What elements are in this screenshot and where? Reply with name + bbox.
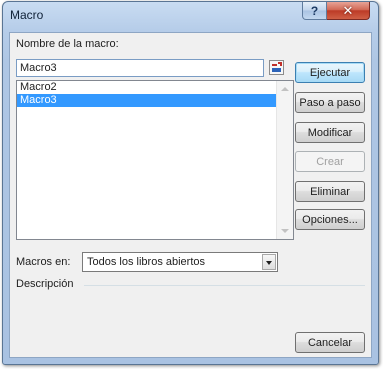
chevron-down-icon[interactable] — [262, 254, 276, 270]
list-scrollbar[interactable] — [276, 81, 293, 239]
scroll-up-arrow-icon[interactable] — [281, 87, 289, 91]
list-item-selected[interactable]: Macro3 — [17, 94, 276, 107]
macro-dialog: Macro ? ✕ Nombre de la macro: Macro3 Mac… — [2, 1, 379, 365]
macro-name-input[interactable]: Macro3 — [16, 59, 264, 77]
title-bar[interactable]: Macro ? ✕ — [3, 2, 378, 30]
step-into-button[interactable]: Paso a paso — [295, 92, 365, 113]
options-button[interactable]: Opciones... — [295, 209, 365, 230]
close-icon[interactable]: ✕ — [327, 2, 370, 20]
delete-button[interactable]: Eliminar — [295, 181, 365, 202]
window-title: Macro — [10, 8, 44, 22]
collapse-dialog-icon[interactable] — [269, 60, 284, 75]
description-label: Descripción — [16, 278, 74, 290]
cancel-button[interactable]: Cancelar — [295, 332, 365, 353]
description-divider — [84, 285, 365, 286]
edit-button[interactable]: Modificar — [295, 122, 365, 143]
macros-in-select[interactable]: Todos los libros abiertos — [82, 252, 278, 272]
create-button[interactable]: Crear — [295, 151, 365, 172]
scroll-down-arrow-icon[interactable] — [281, 229, 289, 233]
macros-in-label: Macros en: — [16, 256, 71, 268]
run-button[interactable]: Ejecutar — [295, 62, 365, 83]
help-icon[interactable]: ? — [302, 2, 327, 20]
dialog-body: Nombre de la macro: Macro3 Macro2 Macro3… — [9, 32, 372, 358]
list-item[interactable]: Macro2 — [17, 81, 276, 94]
macro-name-label: Nombre de la macro: — [16, 38, 119, 50]
macros-in-value: Todos los libros abiertos — [87, 256, 206, 268]
caption-buttons: ? ✕ — [302, 2, 370, 20]
macro-list[interactable]: Macro2 Macro3 — [16, 80, 294, 240]
